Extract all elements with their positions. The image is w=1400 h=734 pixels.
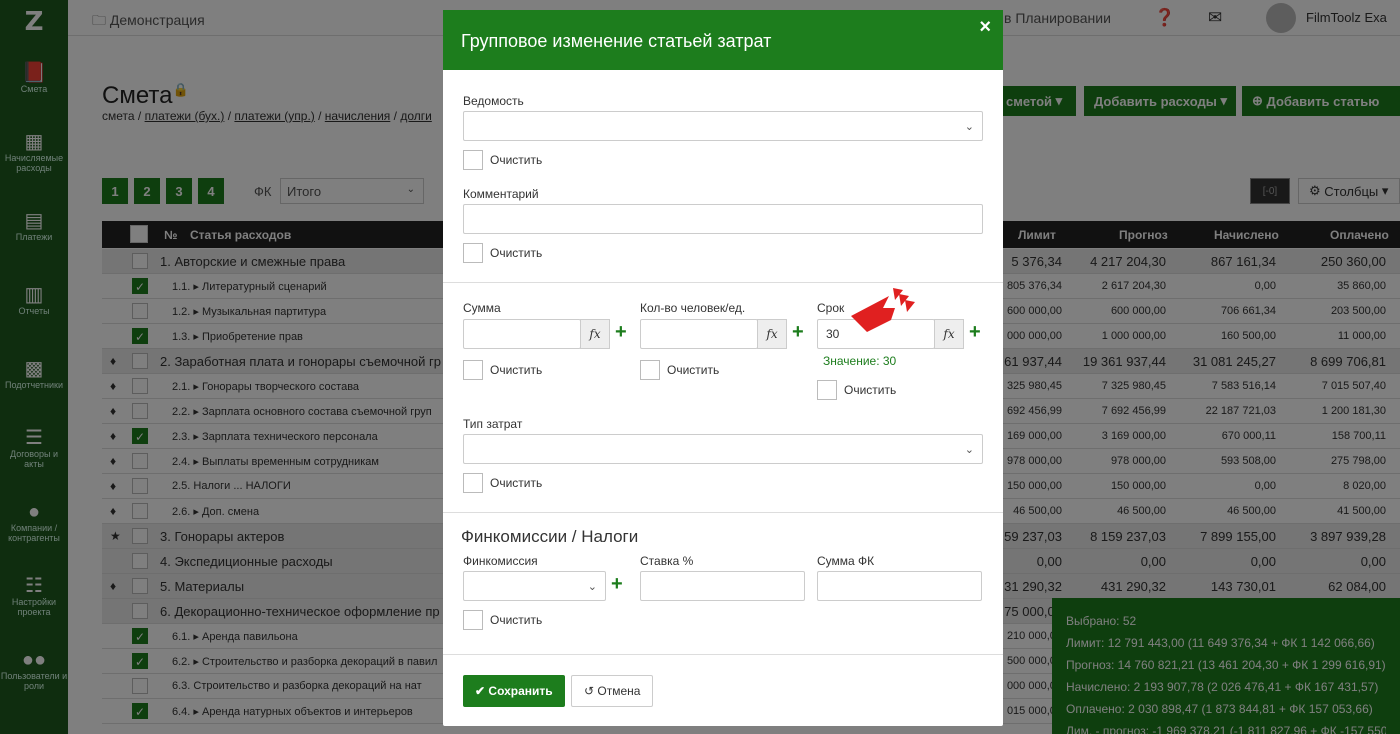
term-clear-checkbox[interactable] xyxy=(817,380,837,400)
modal-title: Групповое изменение статьей затрат xyxy=(461,31,772,51)
sum-plus-icon[interactable]: + xyxy=(615,321,627,344)
fk-sum-label: Сумма ФК xyxy=(817,554,875,568)
fin-section-title: Финкомиссии / Налоги xyxy=(461,527,639,546)
comment-clear-label: Очистить xyxy=(490,246,543,260)
count-fx-button[interactable]: fx xyxy=(757,319,787,349)
vedomost-clear-label: Очистить xyxy=(490,153,543,167)
sum-input[interactable] xyxy=(463,319,581,349)
expense-type-label: Тип затрат xyxy=(463,417,523,431)
vedomost-select[interactable]: ⌄ xyxy=(463,111,983,141)
count-input[interactable] xyxy=(640,319,758,349)
check-icon: ✔ xyxy=(475,684,486,698)
chevron-down-icon: ⌄ xyxy=(587,581,597,593)
comment-clear-checkbox[interactable] xyxy=(463,243,483,263)
sum-label: Сумма xyxy=(463,301,501,315)
sum-clear-label: Очистить xyxy=(490,363,543,377)
rate-input[interactable] xyxy=(640,571,805,601)
term-plus-icon[interactable]: + xyxy=(969,321,981,344)
term-clear-label: Очистить xyxy=(844,383,897,397)
term-label: Срок xyxy=(817,301,845,315)
modal-header: Групповое изменение статьей затрат × xyxy=(443,10,1003,70)
chevron-down-icon: ⌄ xyxy=(964,444,974,456)
count-plus-icon[interactable]: + xyxy=(792,321,804,344)
fin-clear-label: Очистить xyxy=(490,613,543,627)
undo-icon: ↺ xyxy=(584,684,595,698)
cancel-button[interactable]: ↺ Отмена xyxy=(571,675,654,707)
sum-clear-checkbox[interactable] xyxy=(463,360,483,380)
bulk-edit-modal: Групповое изменение статьей затрат × Вед… xyxy=(443,10,1003,726)
fin-commission-select[interactable]: ⌄ xyxy=(463,571,606,601)
sum-fx-button[interactable]: fx xyxy=(580,319,610,349)
count-clear-checkbox[interactable] xyxy=(640,360,660,380)
divider xyxy=(443,654,1003,655)
close-icon[interactable]: × xyxy=(979,16,991,39)
count-clear-label: Очистить xyxy=(667,363,720,377)
rate-label: Ставка % xyxy=(640,554,694,568)
term-value-note: Значение: 30 xyxy=(823,354,897,368)
expense-type-clear-label: Очистить xyxy=(490,476,543,490)
term-fx-button[interactable]: fx xyxy=(934,319,964,349)
save-button[interactable]: ✔ Сохранить xyxy=(463,675,565,707)
count-label: Кол-во человек/ед. xyxy=(640,301,746,315)
fin-commission-plus-icon[interactable]: + xyxy=(611,573,623,596)
vedomost-clear-checkbox[interactable] xyxy=(463,150,483,170)
save-label: Сохранить xyxy=(488,684,553,698)
comment-label: Комментарий xyxy=(463,187,539,201)
divider xyxy=(443,512,1003,513)
fin-clear-checkbox[interactable] xyxy=(463,610,483,630)
cancel-label: Отмена xyxy=(597,684,641,698)
expense-type-select[interactable]: ⌄ xyxy=(463,434,983,464)
comment-input[interactable] xyxy=(463,204,983,234)
fk-sum-input[interactable] xyxy=(817,571,982,601)
expense-type-clear-checkbox[interactable] xyxy=(463,473,483,493)
vedomost-label: Ведомость xyxy=(463,94,524,108)
arrow-pointer-icon xyxy=(851,288,915,332)
fin-commission-label: Финкомиссия xyxy=(463,554,538,568)
chevron-down-icon: ⌄ xyxy=(964,121,974,133)
